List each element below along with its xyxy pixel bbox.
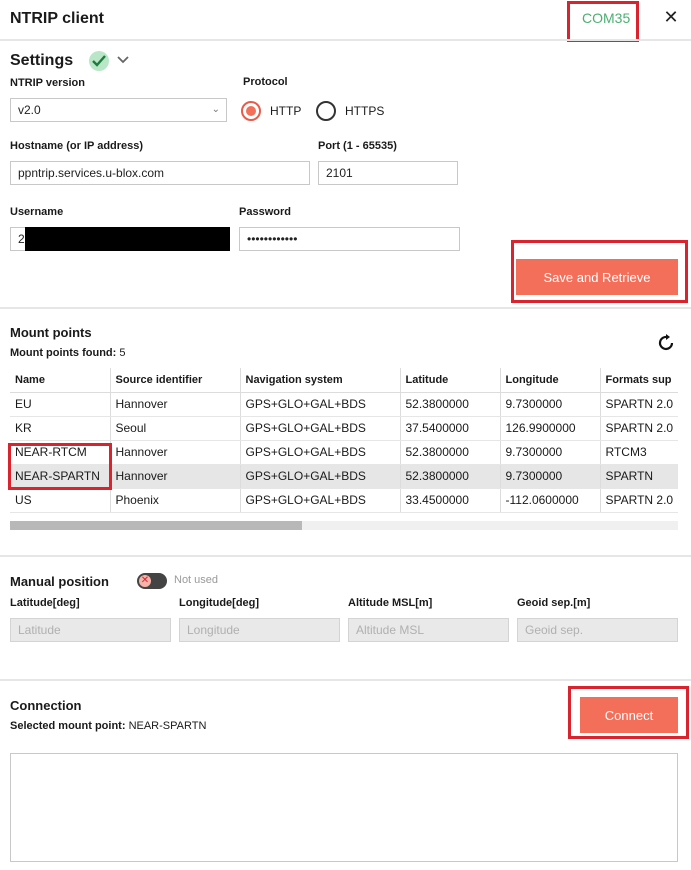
selected-mount-point: Selected mount point: NEAR-SPARTN [10,720,206,732]
table-cell: -112.0600000 [500,488,601,513]
mount-divider [0,555,691,557]
table-cell: GPS+GLO+GAL+BDS [240,464,401,489]
mount-points-table: Name Source identifier Navigation system… [10,368,679,513]
scrollbar-thumb[interactable] [10,521,302,530]
refresh-icon[interactable] [655,332,677,354]
toggle-off-icon: ✕ [140,575,150,586]
port-input[interactable]: 2101 [318,161,458,185]
column-header[interactable]: Navigation system [240,368,401,393]
table-cell: GPS+GLO+GAL+BDS [240,440,401,465]
close-icon[interactable]: ✕ [662,7,680,29]
highlight-com-port [567,1,639,42]
highlight-near-rows [8,443,112,490]
table-cell: KR [10,416,111,441]
latitude-input[interactable]: Latitude [10,618,171,642]
radio-http-label: HTTP [270,104,302,118]
table-cell: Hannover [110,392,241,417]
column-header[interactable]: Latitude [400,368,501,393]
redaction-block [25,227,230,251]
settings-title: Settings [10,52,74,69]
table-cell: GPS+GLO+GAL+BDS [240,488,401,513]
check-icon [89,51,109,71]
geoid-label: Geoid sep.[m] [517,597,591,609]
username-label: Username [10,206,64,218]
password-input[interactable]: •••••••••••• [239,227,460,251]
username-value: 2 [18,232,25,246]
header-divider [0,39,691,41]
ntrip-version-value: v2.0 [18,103,41,117]
highlight-connect-button [568,686,689,739]
table-row[interactable]: EU Hannover GPS+GLO+GAL+BDS 52.3800000 9… [10,392,679,417]
table-cell: GPS+GLO+GAL+BDS [240,392,401,417]
mount-points-found: Mount points found: 5 [10,347,125,359]
radio-https[interactable] [316,101,336,121]
window-title: NTRIP client [10,10,104,27]
radio-http[interactable] [241,101,261,121]
toggle-state-label: Not used [174,574,219,586]
altitude-label: Altitude MSL[m] [348,597,433,609]
chevron-down-icon[interactable] [116,52,130,68]
table-cell: US [10,488,111,513]
select-caret-icon: ⌄ [211,104,220,115]
ntrip-version-select[interactable]: v2.0 ⌄ [10,98,227,122]
hostname-input[interactable]: ppntrip.services.u-blox.com [10,161,310,185]
table-cell: Phoenix [110,488,241,513]
column-header[interactable]: Source identifier [110,368,241,393]
table-cell: SPARTN 2.0 [600,488,679,513]
table-cell: SPARTN 2.0 [600,392,679,417]
table-cell: 52.3800000 [400,464,501,489]
selected-mount-label: Selected mount point: [10,720,126,732]
selected-mount-value: NEAR-SPARTN [128,720,207,732]
mount-points-found-count: 5 [119,347,126,359]
column-header[interactable]: Name [10,368,111,393]
table-cell: GPS+GLO+GAL+BDS [240,416,401,441]
table-cell: Hannover [110,440,241,465]
manual-position-title: Manual position [10,574,109,589]
table-cell: EU [10,392,111,417]
password-label: Password [239,206,291,218]
table-cell: 52.3800000 [400,392,501,417]
table-row[interactable]: US Phoenix GPS+GLO+GAL+BDS 33.4500000 -1… [10,488,679,513]
table-cell: 126.9900000 [500,416,601,441]
longitude-label: Longitude[deg] [179,597,260,609]
latitude-label: Latitude[deg] [10,597,80,609]
column-header[interactable]: Formats sup [600,368,679,393]
longitude-input[interactable]: Longitude [179,618,340,642]
port-label: Port (1 - 65535) [318,140,397,152]
table-cell: Seoul [110,416,241,441]
table-cell: 9.7300000 [500,392,601,417]
table-cell: SPARTN [600,464,679,489]
table-header-row: Name Source identifier Navigation system… [10,368,679,393]
connection-title: Connection [10,698,82,713]
ntrip-version-label: NTRIP version [10,77,85,89]
protocol-label: Protocol [243,76,288,88]
table-cell: SPARTN 2.0 [600,416,679,441]
table-cell: Hannover [110,464,241,489]
hostname-label: Hostname (or IP address) [10,140,144,152]
geoid-input[interactable]: Geoid sep. [517,618,678,642]
column-header[interactable]: Longitude [500,368,601,393]
table-cell: 9.7300000 [500,464,601,489]
connection-log[interactable] [10,753,678,862]
table-cell: 9.7300000 [500,440,601,465]
mount-points-title: Mount points [10,325,92,340]
table-cell: 52.3800000 [400,440,501,465]
mount-points-found-label: Mount points found: [10,347,117,359]
altitude-input[interactable]: Altitude MSL [348,618,509,642]
radio-https-label: HTTPS [345,104,385,118]
manual-divider [0,679,691,681]
table-cell: 33.4500000 [400,488,501,513]
table-row[interactable]: KR Seoul GPS+GLO+GAL+BDS 37.5400000 126.… [10,416,679,441]
table-cell: RTCM3 [600,440,679,465]
table-cell: 37.5400000 [400,416,501,441]
settings-divider [0,307,691,309]
manual-position-toggle[interactable]: ✕ [137,573,167,589]
highlight-save-button [511,240,688,303]
